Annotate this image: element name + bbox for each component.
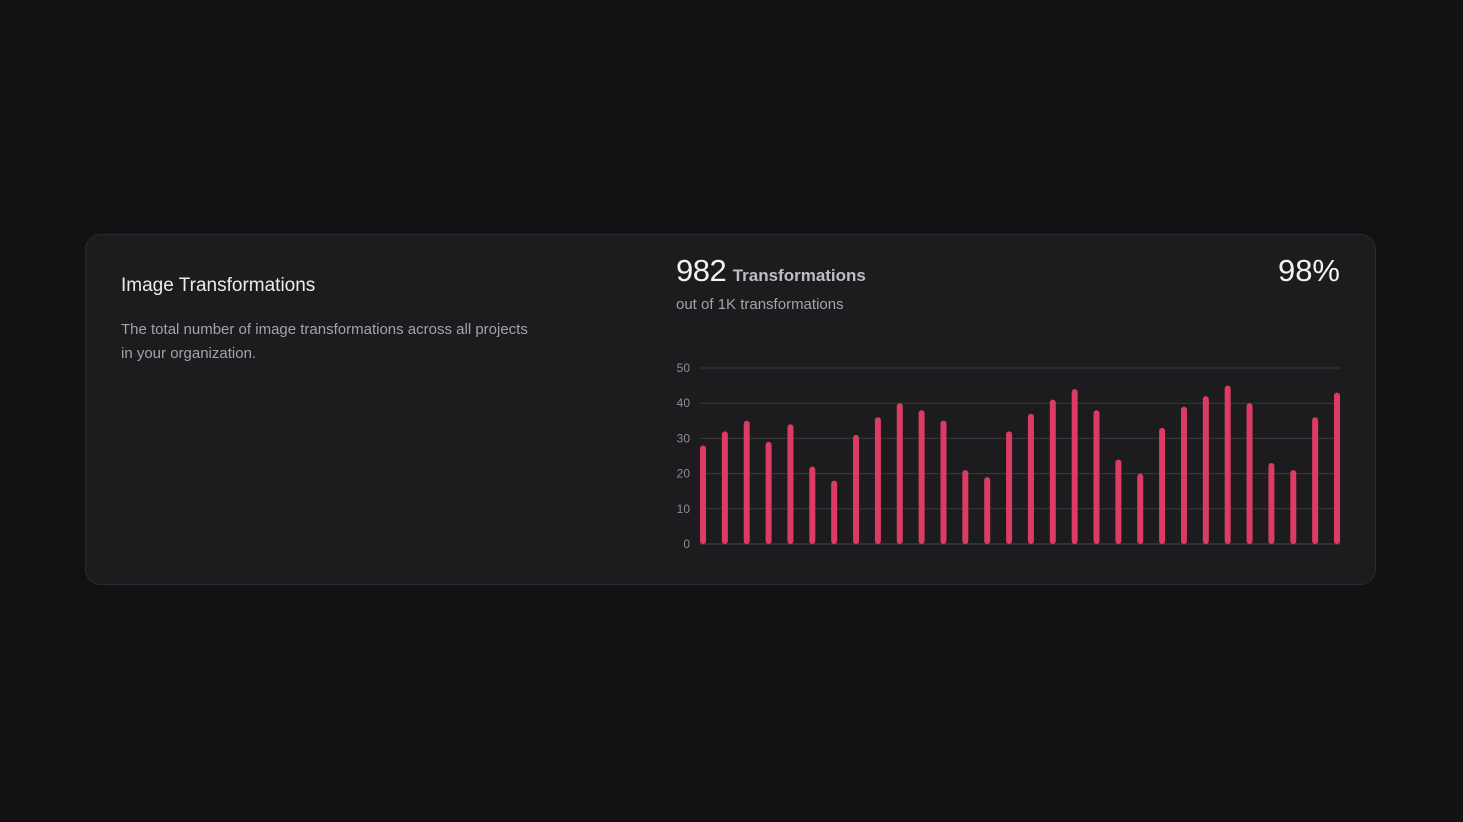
bar[interactable] (831, 480, 838, 544)
usage-percent: 98% (1277, 253, 1340, 288)
metric-value: 982 (676, 253, 727, 288)
bar[interactable] (1137, 473, 1144, 544)
bar[interactable] (1071, 389, 1078, 544)
bar[interactable] (1202, 396, 1209, 544)
bar[interactable] (1180, 406, 1187, 544)
bar[interactable] (787, 424, 794, 544)
y-tick-label: 30 (677, 431, 691, 445)
bar[interactable] (962, 470, 969, 544)
y-tick-label: 40 (677, 396, 691, 410)
bar[interactable] (1246, 403, 1253, 544)
y-tick-label: 0 (683, 537, 690, 551)
bar[interactable] (1334, 392, 1340, 544)
card-description: The total number of image transformation… (121, 321, 528, 362)
bar[interactable] (809, 466, 816, 544)
bar[interactable] (1290, 470, 1297, 544)
card-title: Image Transformations (121, 275, 316, 296)
metric-subtitle: out of 1K transformations (676, 296, 844, 313)
bar[interactable] (918, 410, 925, 544)
bar[interactable] (1093, 410, 1100, 544)
y-tick-label: 10 (677, 502, 691, 516)
bar[interactable] (940, 420, 947, 544)
transformations-bar-chart: 0 10 20 30 40 50 (677, 361, 1341, 551)
metric-unit: Transformations (732, 266, 866, 285)
bar[interactable] (1115, 459, 1122, 544)
bar[interactable] (874, 417, 881, 544)
bar[interactable] (743, 420, 750, 544)
y-tick-label: 20 (677, 467, 691, 481)
bar[interactable] (1224, 385, 1231, 544)
bar[interactable] (1006, 431, 1013, 544)
bar[interactable] (1312, 417, 1319, 544)
bar[interactable] (700, 445, 706, 544)
bar[interactable] (984, 477, 991, 544)
bar[interactable] (1027, 413, 1034, 544)
bar[interactable] (896, 403, 903, 544)
bar[interactable] (721, 431, 728, 544)
y-tick-label: 50 (677, 361, 691, 375)
bar[interactable] (765, 441, 772, 544)
bar[interactable] (1159, 427, 1166, 544)
bar[interactable] (1268, 463, 1275, 544)
metric-summary: 982 Transformations (676, 253, 866, 289)
bar[interactable] (853, 434, 860, 544)
bar[interactable] (1049, 399, 1056, 544)
